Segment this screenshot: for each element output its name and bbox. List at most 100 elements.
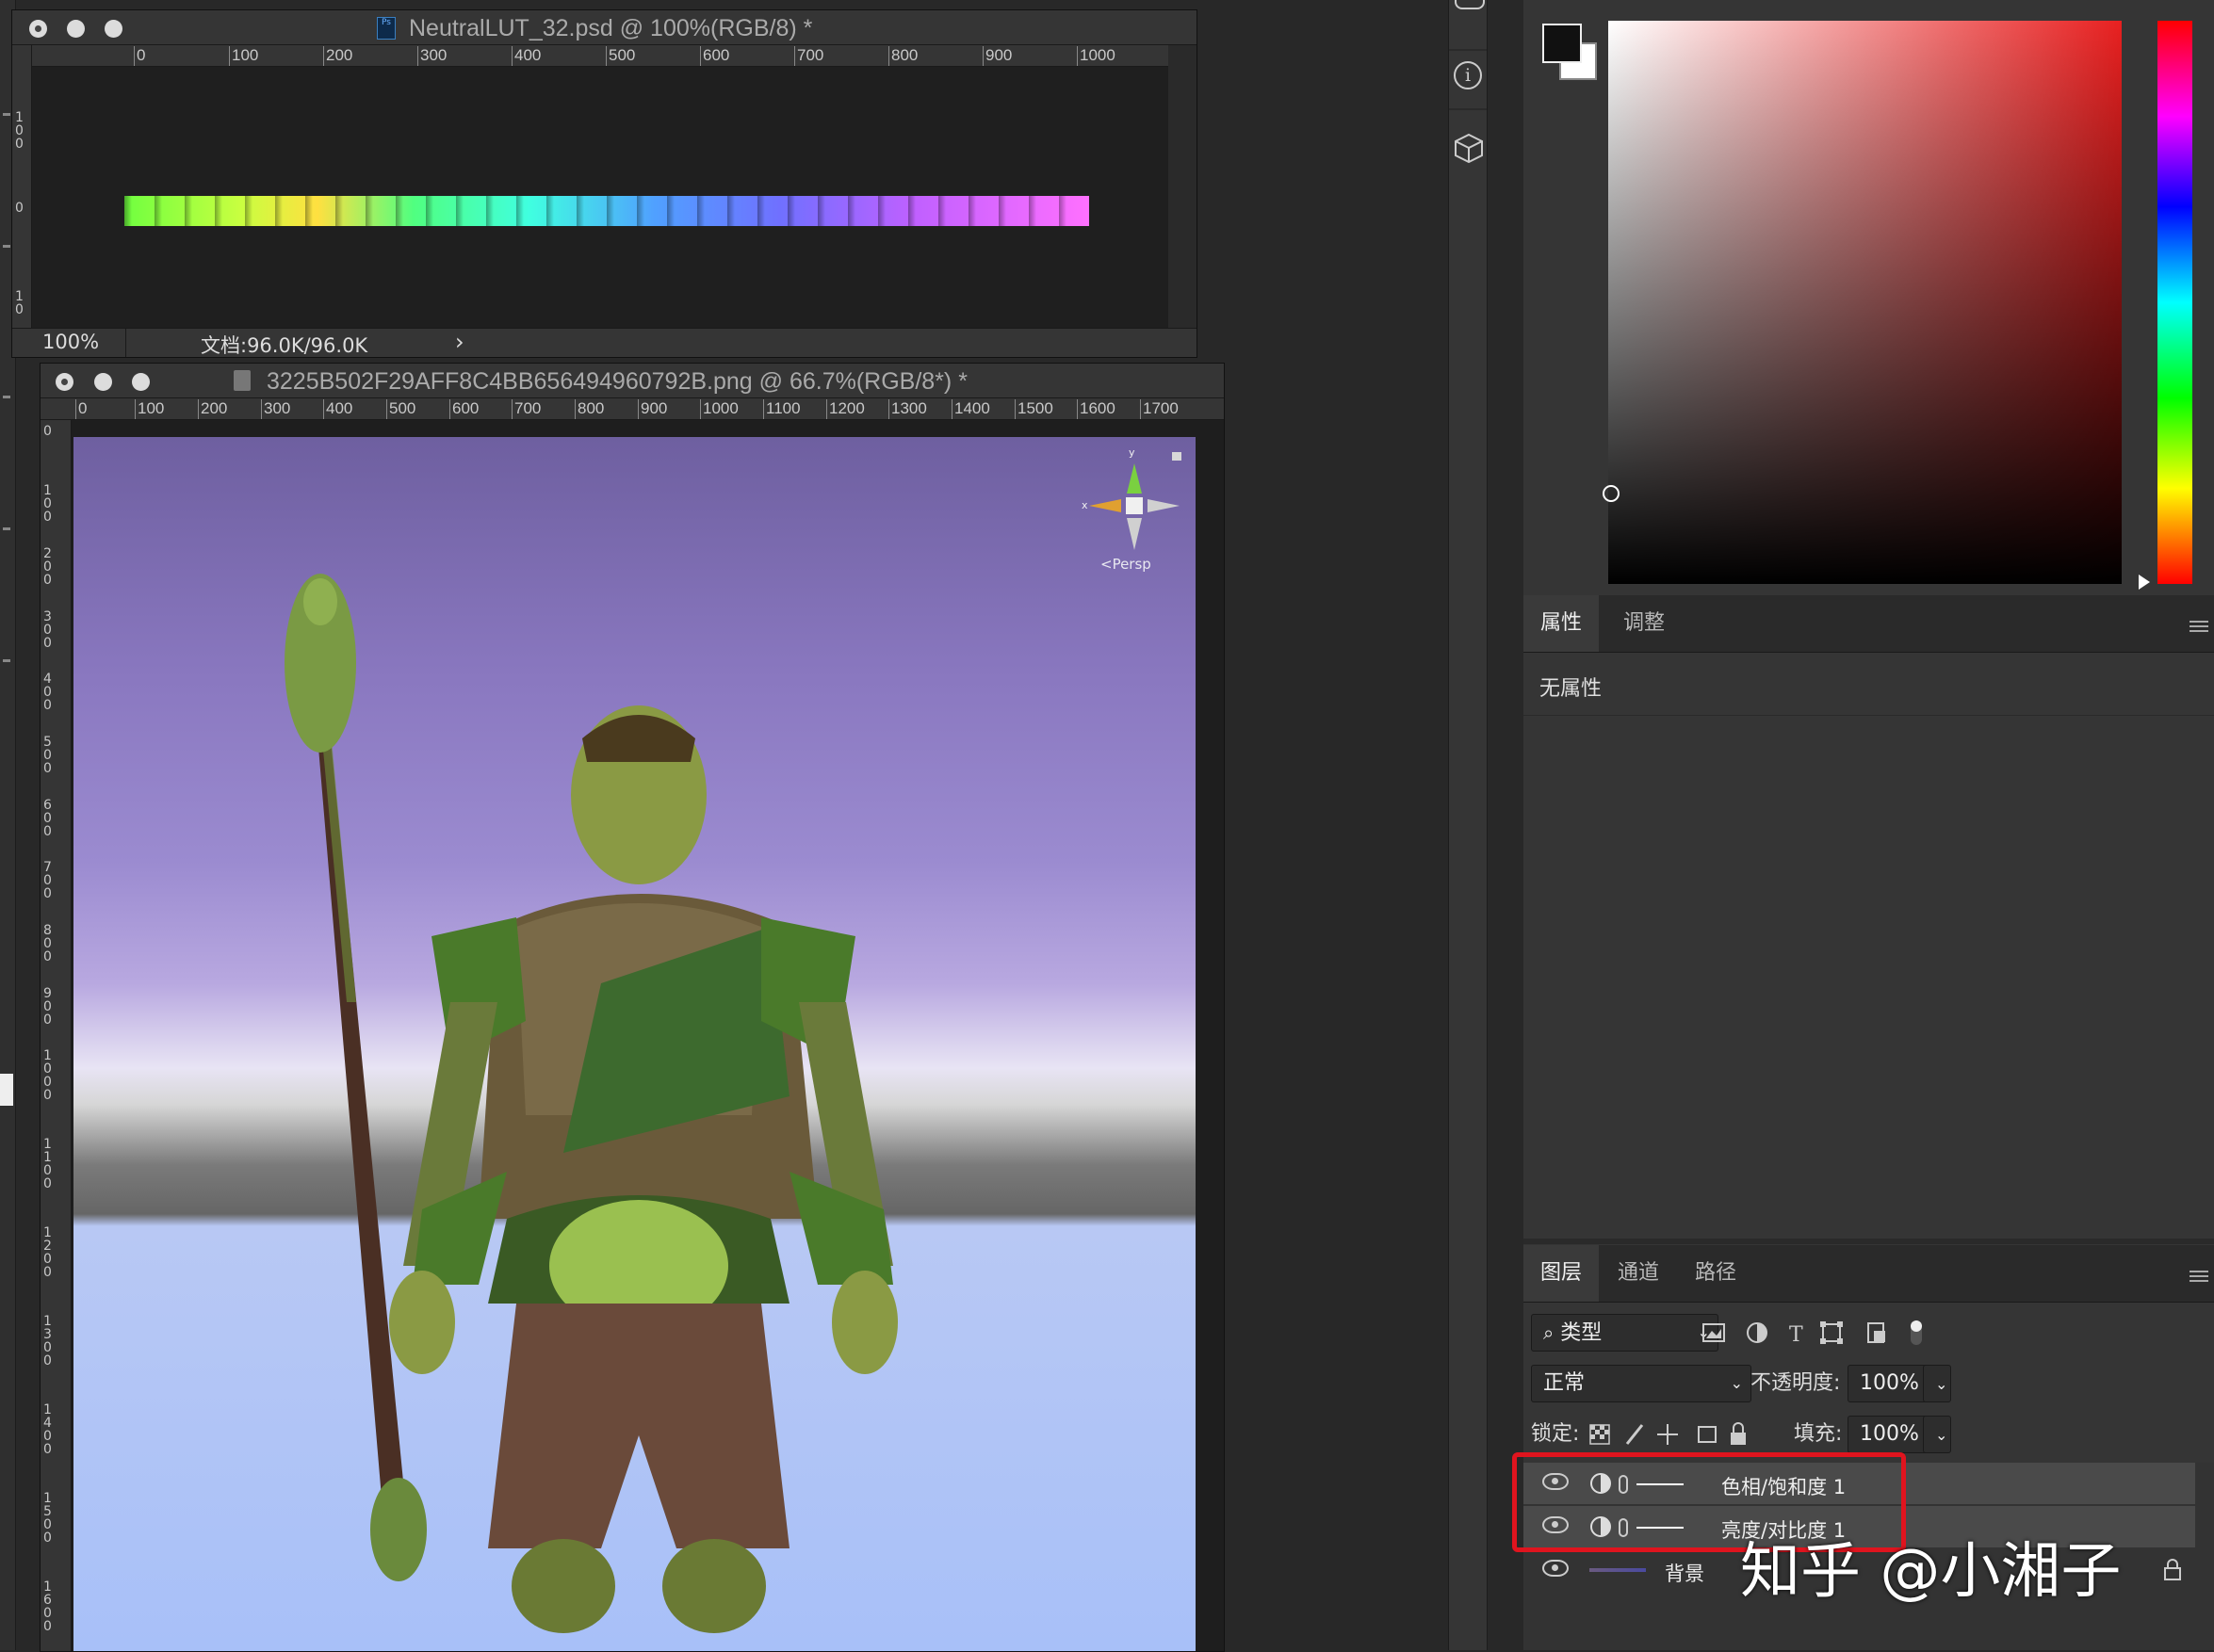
ruler-tick: 2 0 0 bbox=[43, 546, 52, 588]
panel-divider[interactable] bbox=[1523, 1239, 2214, 1244]
vertical-ruler[interactable]: 1 0 0 0 1 0 bbox=[12, 45, 32, 328]
smart-object-filter-icon bbox=[1867, 1322, 1885, 1343]
ruler-tick: 600 bbox=[448, 399, 480, 419]
horizontal-ruler[interactable]: 0 100 200 300 400 500 600 700 800 900 10… bbox=[31, 45, 1168, 67]
ruler-tick: 1 1 0 0 bbox=[43, 1137, 52, 1191]
gizmo-persp-label[interactable]: <Persp bbox=[1100, 556, 1151, 573]
filter-toggle bbox=[1911, 1320, 1922, 1345]
adjustment-filter-icon bbox=[1747, 1322, 1767, 1343]
ruler-tick: 1 0 bbox=[15, 289, 24, 317]
ruler-tick: 7 0 0 bbox=[43, 860, 52, 901]
chevron-down-icon: ⌄ bbox=[1935, 1375, 1948, 1393]
info-icon[interactable]: i bbox=[1454, 61, 1482, 89]
tool-marker bbox=[3, 245, 10, 248]
ruler-tick: 0 bbox=[133, 46, 146, 66]
panel-menu-icon[interactable] bbox=[2190, 1268, 2208, 1285]
ruler-tick: 1 2 0 0 bbox=[43, 1225, 52, 1280]
3d-cube-icon[interactable] bbox=[1453, 132, 1485, 164]
scrollbar-vertical[interactable] bbox=[1168, 45, 1197, 328]
tab-adjustments[interactable]: 调整 bbox=[1606, 595, 1682, 652]
search-icon: ⌕ bbox=[1543, 1321, 1555, 1344]
canvas-area[interactable] bbox=[32, 67, 1168, 328]
image-filter-icon bbox=[1702, 1323, 1725, 1342]
foreground-swatch[interactable] bbox=[0, 1074, 13, 1106]
filter-label: 类型 bbox=[1560, 1321, 1603, 1345]
properties-tab-bar: 属性 调整 bbox=[1523, 595, 2214, 653]
ruler-tick: 1100 bbox=[763, 399, 801, 419]
history-icon[interactable] bbox=[1455, 0, 1485, 9]
lock-icons[interactable] bbox=[1587, 1420, 1795, 1449]
fill-input[interactable]: 100% bbox=[1848, 1416, 1934, 1453]
scene-render-image[interactable]: x y <Persp bbox=[73, 437, 1196, 1651]
ruler-tick: 400 bbox=[322, 399, 353, 419]
fill-dropdown[interactable]: ⌄ bbox=[1923, 1416, 1951, 1453]
document-window-lut[interactable]: Ps NeutralLUT_32.psd @ 100%(RGB/8) * 0 1… bbox=[11, 9, 1197, 358]
vertical-ruler[interactable]: 0 1 0 0 2 0 0 3 0 0 4 0 0 5 0 0 6 0 0 7 … bbox=[41, 420, 72, 1651]
lut-strip-image bbox=[124, 196, 1089, 226]
blend-mode-value: 正常 bbox=[1543, 1371, 1586, 1395]
ruler-tick: 1 0 0 bbox=[43, 483, 52, 525]
background-layer-thumbnail bbox=[1589, 1568, 1646, 1572]
document-window-main[interactable]: 3225B502F29AFF8C4BB656494960792B.png @ 6… bbox=[40, 363, 1225, 1652]
doc-size-info: 文档:96.0K/96.0K bbox=[201, 334, 368, 357]
color-picker-cursor[interactable] bbox=[1603, 485, 1620, 502]
watermark-text: 知乎 @小湘子 bbox=[1740, 1537, 2122, 1607]
fill-label: 填充: bbox=[1794, 1422, 1843, 1446]
ruler-tick: 200 bbox=[197, 399, 228, 419]
layers-tab-bar: 图层 通道 路径 bbox=[1523, 1245, 2214, 1303]
ruler-tick: 1 4 0 0 bbox=[43, 1402, 52, 1457]
ruler-tick: 100 bbox=[228, 46, 259, 66]
zoom-button[interactable] bbox=[132, 373, 150, 391]
close-button[interactable] bbox=[29, 20, 47, 38]
staff-graphic bbox=[285, 574, 427, 1581]
ruler-tick: 700 bbox=[793, 46, 824, 66]
hue-slider[interactable] bbox=[2157, 21, 2192, 584]
minimize-button[interactable] bbox=[94, 373, 112, 391]
tab-properties[interactable]: 属性 bbox=[1523, 595, 1600, 652]
ruler-tick: 1 6 0 0 bbox=[43, 1579, 52, 1634]
ruler-tick: 1300 bbox=[888, 399, 927, 419]
tab-channels[interactable]: 通道 bbox=[1601, 1245, 1676, 1302]
opacity-input[interactable]: 100% bbox=[1848, 1365, 1934, 1402]
ruler-tick: 300 bbox=[260, 399, 291, 419]
divider bbox=[1449, 108, 1487, 110]
gizmo-y-label: y bbox=[1129, 446, 1135, 459]
ruler-tick: 0 bbox=[43, 424, 52, 439]
ruler-tick: 600 bbox=[699, 46, 730, 66]
ruler-tick: 0 bbox=[74, 399, 88, 419]
ruler-tick: 1000 bbox=[700, 399, 739, 419]
visibility-eye-icon[interactable] bbox=[1542, 1560, 1569, 1577]
panel-menu-icon[interactable] bbox=[2190, 618, 2208, 635]
opacity-value: 100% bbox=[1860, 1371, 1919, 1395]
ruler-tick: 0 bbox=[15, 201, 24, 216]
saturation-brightness-field[interactable] bbox=[1603, 21, 2122, 584]
tab-paths[interactable]: 路径 bbox=[1678, 1245, 1753, 1302]
lock-paint-icon bbox=[1625, 1424, 1644, 1445]
ruler-tick: 1 0 0 bbox=[15, 110, 24, 152]
psd-file-icon: Ps bbox=[377, 17, 396, 40]
ruler-tick: 6 0 0 bbox=[43, 798, 52, 839]
minimize-button[interactable] bbox=[67, 20, 85, 38]
png-file-icon bbox=[234, 370, 251, 391]
shape-filter-icon bbox=[1820, 1321, 1843, 1344]
opacity-label: 不透明度: bbox=[1750, 1371, 1841, 1395]
zoom-level[interactable]: 100% bbox=[42, 331, 99, 353]
ruler-tick: 1600 bbox=[1077, 399, 1115, 419]
layer-name[interactable]: 背景 bbox=[1665, 1559, 1704, 1587]
hue-slider-handle[interactable] bbox=[2139, 575, 2150, 590]
tab-layers[interactable]: 图层 bbox=[1523, 1245, 1600, 1302]
zoom-button[interactable] bbox=[105, 20, 122, 38]
ruler-tick: 500 bbox=[385, 399, 416, 419]
close-button[interactable] bbox=[56, 373, 73, 391]
title-bar[interactable]: Ps NeutralLUT_32.psd @ 100%(RGB/8) * bbox=[12, 10, 1197, 45]
foreground-color-swatch-top[interactable] bbox=[1542, 24, 1582, 63]
blend-mode-select[interactable]: 正常 ⌄ bbox=[1531, 1365, 1751, 1402]
layer-filter-select[interactable]: ⌕ 类型 ⌄ bbox=[1531, 1314, 1718, 1352]
title-bar[interactable]: 3225B502F29AFF8C4BB656494960792B.png @ 6… bbox=[41, 364, 1224, 398]
character-body bbox=[389, 705, 898, 1633]
horizontal-ruler[interactable]: 0 100 200 300 400 500 600 700 800 900 10… bbox=[41, 398, 1224, 420]
ruler-tick: 8 0 0 bbox=[43, 923, 52, 964]
status-menu-arrow[interactable]: › bbox=[455, 329, 464, 355]
ruler-tick: 4 0 0 bbox=[43, 672, 52, 713]
opacity-dropdown[interactable]: ⌄ bbox=[1923, 1365, 1951, 1402]
